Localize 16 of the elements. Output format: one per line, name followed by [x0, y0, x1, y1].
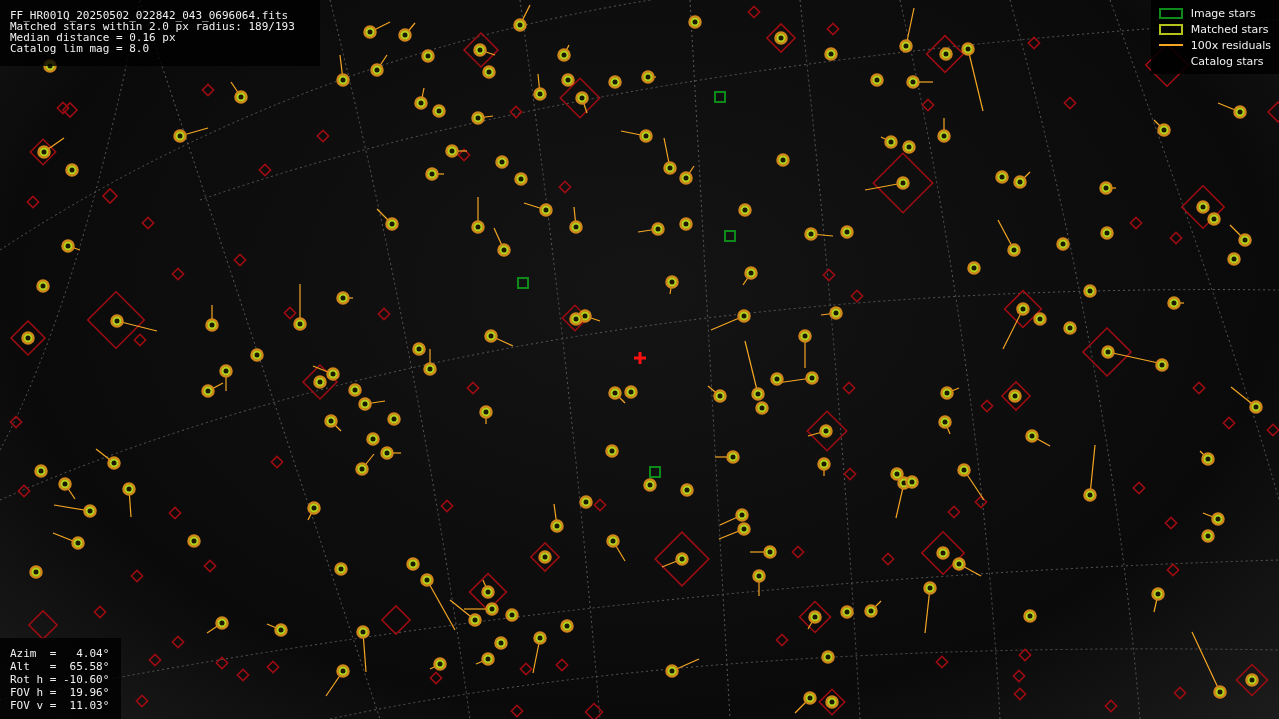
- legend-label: Matched stars: [1190, 22, 1269, 36]
- pointing-text: FOV h = 19.96°: [10, 687, 110, 698]
- pointing-text: Azim = 4.04°: [10, 648, 110, 659]
- legend-line-icon: [1158, 44, 1183, 46]
- info-text: Matched stars within 2.0 px radius: 189/193: [10, 21, 296, 32]
- legend-label: Catalog stars: [1190, 54, 1264, 68]
- pointing-text: Rot h = -10.60°: [10, 674, 110, 685]
- pointing-text: FOV v = 11.03°: [10, 700, 110, 711]
- info-text: FF_HR001Q_20250502_022842_043_0696064.fits: [10, 10, 290, 21]
- legend-swatch-icon: [1158, 7, 1183, 19]
- pointing-text: Alt = 65.58°: [10, 661, 110, 672]
- info-text: Median distance = 0.16 px: [10, 32, 176, 43]
- legend-label: Image stars: [1190, 6, 1256, 20]
- info-text: Catalog lim mag = 8.0: [10, 43, 151, 54]
- legend-label: 100x residuals: [1190, 38, 1271, 52]
- legend-swatch-icon: [1158, 23, 1183, 35]
